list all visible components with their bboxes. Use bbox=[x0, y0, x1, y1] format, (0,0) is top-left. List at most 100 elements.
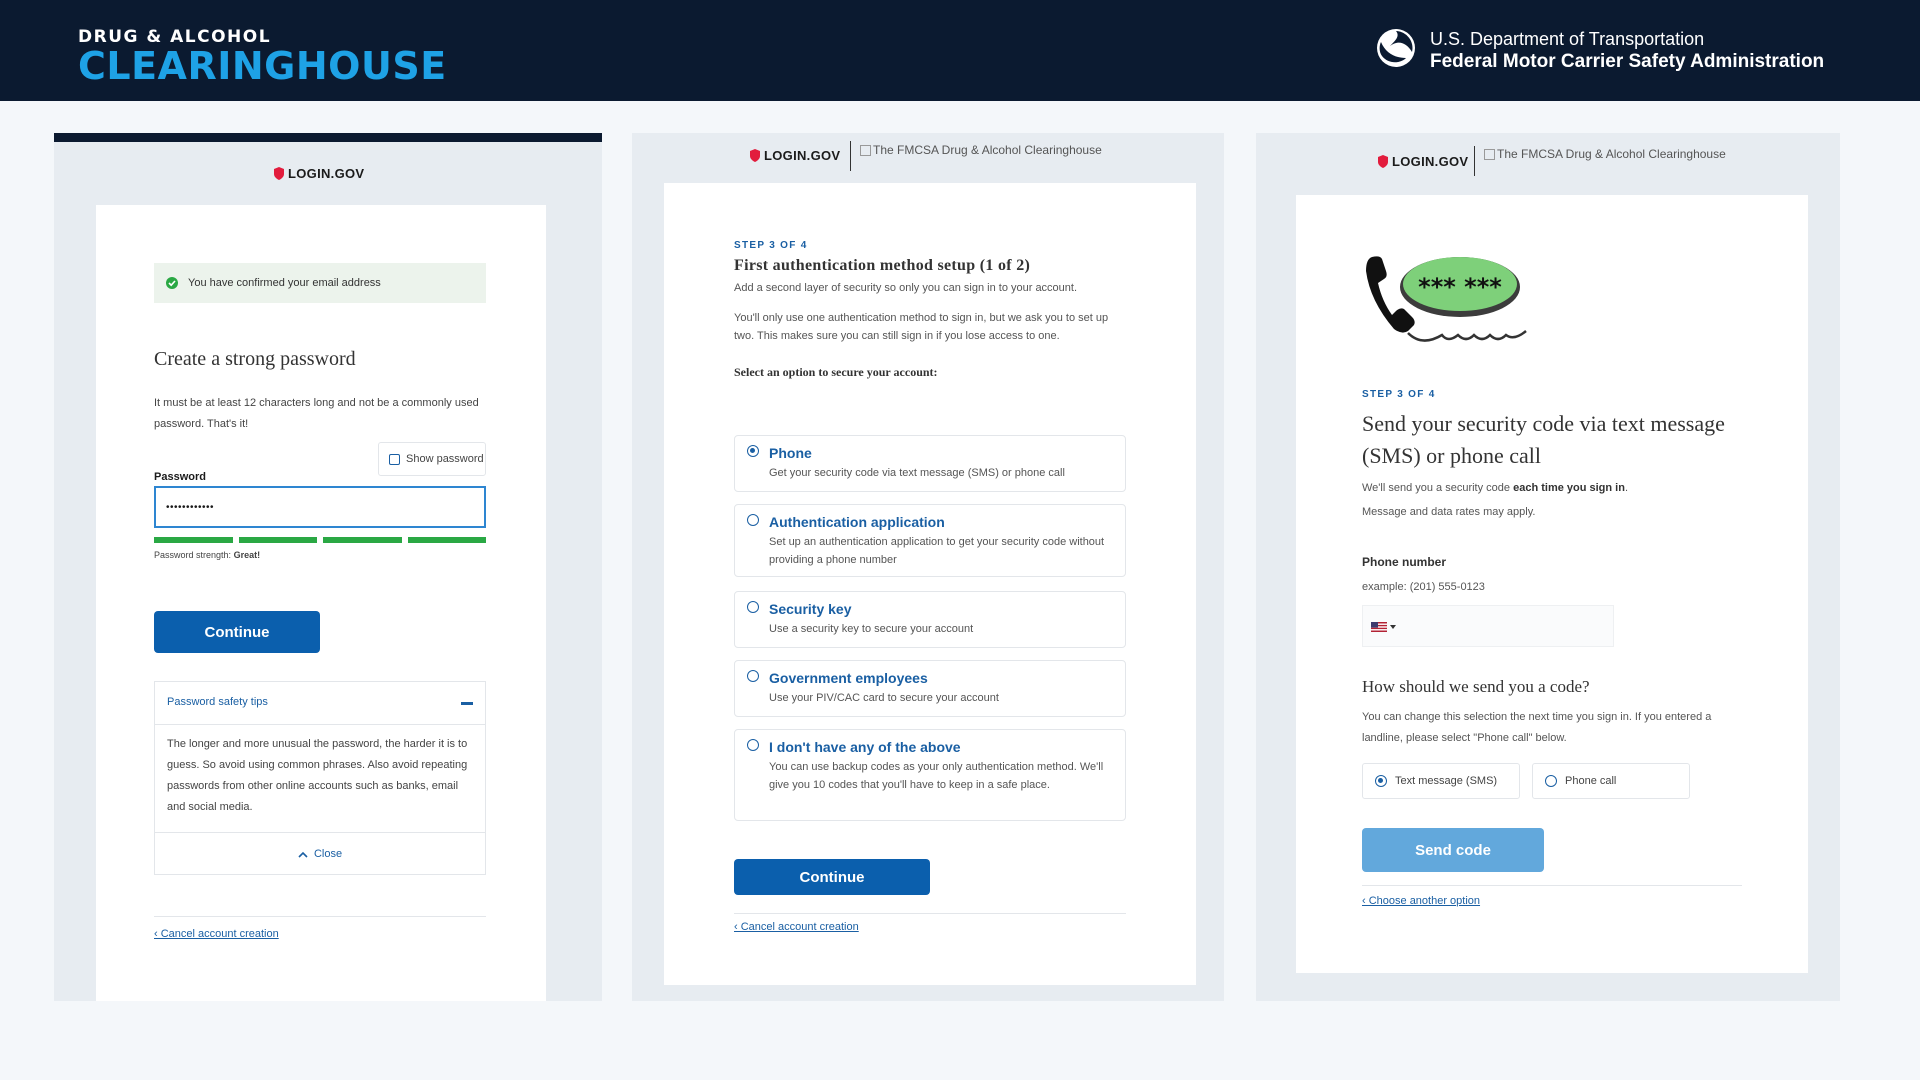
radio-icon[interactable] bbox=[747, 601, 759, 613]
login-gov-logo: LOGIN.GOV bbox=[274, 166, 364, 181]
agency-line1: U.S. Department of Transportation bbox=[1430, 29, 1705, 49]
logo-divider bbox=[1474, 146, 1475, 176]
radio-selected-icon[interactable] bbox=[747, 445, 759, 457]
option-text-message[interactable]: Text message (SMS) bbox=[1362, 763, 1520, 799]
rates-text: Message and data rates may apply. bbox=[1362, 506, 1536, 518]
phone-example: example: (201) 555-0123 bbox=[1362, 581, 1485, 593]
broken-image-icon bbox=[860, 144, 871, 156]
cancel-account-link[interactable]: ‹ Cancel account creation bbox=[154, 928, 279, 940]
send-code-button[interactable]: Send code bbox=[1362, 828, 1544, 872]
divider bbox=[154, 916, 486, 917]
broken-image-alt: The FMCSA Drug & Alcohol Clearinghouse bbox=[1497, 147, 1726, 161]
option-security-key[interactable]: Security key Use a security key to secur… bbox=[734, 591, 1126, 648]
tips-body: The longer and more unusual the password… bbox=[167, 738, 468, 813]
brand-line2: CLEARINGHOUSE bbox=[78, 44, 447, 88]
option-title: Authentication application bbox=[769, 514, 945, 530]
page-title: Send your security code via text message… bbox=[1362, 411, 1725, 468]
select-label: Select an option to secure your account: bbox=[734, 365, 938, 379]
page-title: First authentication method setup (1 of … bbox=[734, 257, 1031, 274]
intro-text: Add a second layer of security so only y… bbox=[734, 282, 1078, 294]
option-phone-call[interactable]: Phone call bbox=[1532, 763, 1690, 799]
bubble-text: *** *** bbox=[1418, 273, 1502, 301]
option-phone[interactable]: Phone Get your security code via text me… bbox=[734, 435, 1126, 492]
option-desc: Use a security key to secure your accoun… bbox=[769, 623, 974, 635]
password-requirements: It must be at least 12 characters long a… bbox=[154, 397, 479, 430]
options-list: Phone Get your security code via text me… bbox=[734, 435, 1126, 835]
intro-text-post: . bbox=[1624, 482, 1629, 494]
phone-label: Phone number bbox=[1362, 555, 1447, 569]
minus-icon bbox=[461, 702, 473, 705]
country-select[interactable] bbox=[1371, 622, 1396, 632]
login-gov-logo: LOGIN.GOV bbox=[1378, 154, 1468, 169]
cancel-account-link[interactable]: ‹ Cancel account creation bbox=[734, 921, 859, 933]
agency-name: U.S. Department of Transportation Federa… bbox=[1430, 28, 1824, 74]
intro-text-bold: each time you sign in bbox=[1513, 482, 1625, 494]
radio-icon[interactable] bbox=[747, 670, 759, 682]
divider bbox=[1362, 885, 1742, 886]
tips-header[interactable]: Password safety tips bbox=[155, 682, 485, 725]
login-gov-text: LOGIN.GOV bbox=[764, 148, 841, 163]
option-title: Government employees bbox=[769, 670, 928, 686]
strength-label: Password strength: bbox=[154, 550, 232, 560]
show-password-toggle[interactable]: Show password bbox=[378, 442, 486, 476]
how-description: You can change this selection the next t… bbox=[1362, 711, 1712, 744]
broken-image: The FMCSA Drug & Alcohol Clearinghouse bbox=[860, 143, 1102, 157]
password-tips-accordion: Password safety tips The longer and more… bbox=[154, 681, 486, 875]
screenshot-auth-method: LOGIN.GOV The FMCSA Drug & Alcohol Clear… bbox=[632, 133, 1224, 1001]
caret-down-icon bbox=[1390, 625, 1396, 629]
divider bbox=[734, 913, 1126, 914]
radio-icon[interactable] bbox=[747, 739, 759, 751]
option-backup-codes[interactable]: I don't have any of the above You can us… bbox=[734, 729, 1126, 821]
check-circle-icon bbox=[166, 277, 178, 289]
alert-text: You have confirmed your email address bbox=[188, 277, 381, 289]
strength-segment bbox=[238, 537, 317, 543]
send-code-card: *** *** STEP 3 OF 4 Send your security c… bbox=[1296, 195, 1808, 973]
intro-text: We'll send you a security code each time… bbox=[1362, 482, 1748, 494]
continue-button[interactable]: Continue bbox=[734, 859, 930, 895]
phone-input[interactable] bbox=[1362, 605, 1614, 647]
strength-meter bbox=[154, 537, 486, 543]
top-header: DRUG & ALCOHOL CLEARINGHOUSE U.S. Depart… bbox=[0, 0, 1920, 101]
step-indicator: STEP 3 OF 4 bbox=[734, 240, 808, 251]
auth-card: STEP 3 OF 4 First authentication method … bbox=[664, 183, 1196, 985]
success-alert: You have confirmed your email address bbox=[154, 263, 486, 303]
show-password-label: Show password bbox=[406, 453, 484, 465]
note-text: You'll only use one authentication metho… bbox=[734, 312, 1109, 342]
broken-image-icon bbox=[1484, 148, 1495, 160]
screenshot-create-password: LOGIN.GOV You have confirmed your email … bbox=[54, 133, 602, 1001]
option-sms-label: Text message (SMS) bbox=[1395, 775, 1498, 787]
option-title: Security key bbox=[769, 601, 852, 617]
dot-emblem-icon bbox=[1377, 29, 1415, 67]
login-gov-text: LOGIN.GOV bbox=[1392, 154, 1469, 169]
page-title: Create a strong password bbox=[154, 348, 356, 370]
choose-another-option-link[interactable]: ‹ Choose another option bbox=[1362, 895, 1480, 907]
chevron-up-icon bbox=[298, 851, 308, 858]
option-title: Phone bbox=[769, 445, 812, 461]
strength-segment bbox=[323, 537, 402, 543]
login-gov-text: LOGIN.GOV bbox=[288, 166, 365, 181]
option-government-employees[interactable]: Government employees Use your PIV/CAC ca… bbox=[734, 660, 1126, 717]
continue-button[interactable]: Continue bbox=[154, 611, 320, 653]
agency-line2: Federal Motor Carrier Safety Administrat… bbox=[1430, 51, 1825, 72]
tips-title: Password safety tips bbox=[167, 696, 268, 708]
intro-text-pre: We'll send you a security code bbox=[1362, 482, 1514, 494]
us-flag-icon bbox=[1371, 622, 1387, 632]
login-gov-logo: LOGIN.GOV bbox=[750, 148, 840, 163]
shield-icon bbox=[1378, 155, 1388, 168]
radio-selected-icon[interactable] bbox=[1375, 775, 1387, 787]
step-indicator: STEP 3 OF 4 bbox=[1362, 389, 1436, 400]
password-input[interactable]: •••••••••••• bbox=[154, 486, 486, 528]
shield-icon bbox=[750, 149, 760, 162]
gov-banner-strip bbox=[54, 133, 602, 142]
option-authentication-app[interactable]: Authentication application Set up an aut… bbox=[734, 504, 1126, 577]
logo-divider bbox=[850, 141, 851, 171]
phone-sms-illustration-icon: *** *** bbox=[1366, 256, 1527, 342]
radio-icon[interactable] bbox=[747, 514, 759, 526]
shield-icon bbox=[274, 167, 284, 180]
screenshot-send-code: LOGIN.GOV The FMCSA Drug & Alcohol Clear… bbox=[1256, 133, 1840, 1001]
tips-close-button[interactable]: Close bbox=[155, 832, 485, 875]
option-call-label: Phone call bbox=[1565, 775, 1617, 787]
strength-segment bbox=[407, 537, 486, 543]
broken-image: The FMCSA Drug & Alcohol Clearinghouse bbox=[1484, 147, 1726, 161]
radio-icon[interactable] bbox=[1545, 775, 1557, 787]
